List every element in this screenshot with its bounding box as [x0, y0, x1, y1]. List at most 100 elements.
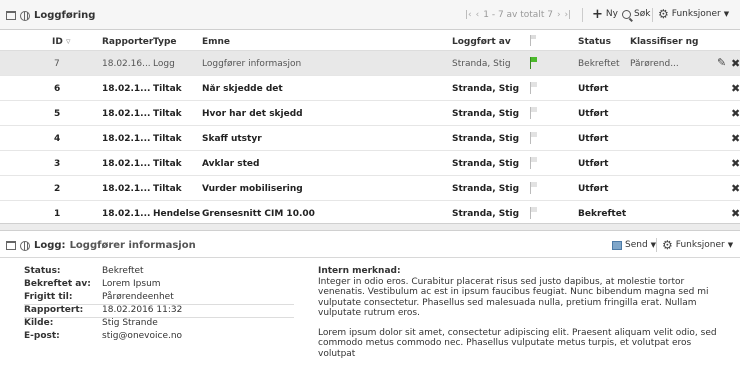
flag-icon[interactable]	[530, 207, 538, 219]
row-logged-by: Stranda, Stig	[452, 159, 520, 169]
row-logged-by: Stranda, Stig	[452, 134, 520, 144]
table-row[interactable]: 4 18.02.1... Tiltak Skaff utstyr Stranda…	[0, 126, 740, 151]
property-key: Status:	[24, 266, 61, 276]
prev-page-icon[interactable]: ‹	[476, 10, 480, 20]
row-logged-by: Stranda, Stig	[452, 59, 511, 69]
property-key: Rapportert:	[24, 305, 84, 315]
col-logged-by[interactable]: Loggført av	[452, 37, 511, 47]
row-status: Utført	[578, 84, 609, 94]
row-id: 3	[54, 159, 61, 169]
email-link[interactable]: stig@onevoice.no	[102, 331, 182, 341]
list-toolbar: Loggføring |‹ ‹ 1 - 7 av totalt 7 › ›| +…	[0, 0, 740, 30]
row-id: 1	[54, 209, 61, 219]
last-page-icon[interactable]: ›|	[565, 10, 572, 20]
property-row: Status: Bekreftet	[24, 266, 294, 279]
property-key: Kilde:	[24, 318, 54, 328]
pencil-icon[interactable]: ✎	[717, 56, 726, 69]
row-status: Utført	[578, 184, 609, 194]
log-table: 7 18.02.16... Logg Loggfører informasjon…	[0, 51, 740, 226]
col-classification[interactable]: Klassifiser ng	[630, 37, 698, 47]
delete-icon[interactable]: ✖	[731, 182, 740, 195]
panel-splitter[interactable]	[0, 223, 740, 231]
row-date: 18.02.1...	[102, 209, 151, 219]
next-page-icon[interactable]: ›	[557, 10, 561, 20]
row-type: Tiltak	[153, 184, 182, 194]
row-id: 2	[54, 184, 61, 194]
list-panel-title: Loggføring	[6, 10, 95, 21]
table-row[interactable]: 2 18.02.1... Tiltak Vurder mobilisering …	[0, 176, 740, 201]
delete-icon[interactable]: ✖	[731, 107, 740, 120]
col-status[interactable]: Status	[578, 37, 611, 47]
search-button[interactable]: Søk	[622, 9, 650, 19]
col-id[interactable]: ID ▿	[52, 37, 71, 47]
col-type[interactable]: Type	[153, 37, 176, 47]
window-icon[interactable]	[6, 241, 16, 250]
delete-icon[interactable]: ✖	[731, 82, 740, 95]
chevron-down-icon: ▼	[727, 241, 734, 249]
flag-icon[interactable]	[530, 82, 538, 94]
functions-label: Funksjoner	[671, 9, 721, 19]
row-date: 18.02.1...	[102, 84, 151, 94]
row-type: Tiltak	[153, 134, 182, 144]
row-id: 6	[54, 84, 61, 94]
property-row: Rapportert: 18.02.2016 11:32	[24, 305, 294, 318]
property-row: E-post: stig@onevoice.no	[24, 331, 294, 344]
new-button[interactable]: + Ny	[592, 6, 618, 22]
pager: |‹ ‹ 1 - 7 av totalt 7 › ›|	[465, 10, 571, 20]
detail-functions-button[interactable]: ⚙ Funksjoner ▼	[662, 238, 734, 252]
detail-properties: Status: Bekreftet Bekreftet av: Lorem Ip…	[24, 266, 294, 344]
row-logged-by: Stranda, Stig	[452, 184, 520, 194]
col-subject[interactable]: Emne	[202, 37, 230, 47]
globe-icon	[20, 240, 30, 251]
row-logged-by: Stranda, Stig	[452, 109, 520, 119]
col-reported[interactable]: Rapporter	[102, 37, 153, 47]
property-key: Bekreftet av:	[24, 279, 91, 289]
property-value: Pårørendeenhet	[102, 292, 174, 302]
delete-icon[interactable]: ✖	[731, 207, 740, 220]
flag-icon[interactable]	[530, 157, 538, 169]
table-row[interactable]: 7 18.02.16... Logg Loggfører informasjon…	[0, 51, 740, 76]
property-row: Bekreftet av: Lorem Ipsum	[24, 279, 294, 292]
gear-icon: ⚙	[662, 238, 673, 252]
send-button[interactable]: Send ▼	[612, 240, 656, 250]
functions-button[interactable]: ⚙ Funksjoner ▼	[658, 8, 730, 20]
flag-icon[interactable]	[530, 182, 538, 194]
row-id: 7	[54, 59, 60, 69]
row-subject: Loggfører informasjon	[202, 59, 302, 69]
delete-icon[interactable]: ✖	[731, 157, 740, 170]
internal-note: Intern merknad: Integer in odio eros. Cu…	[318, 266, 723, 367]
flag-column-icon[interactable]	[530, 35, 536, 46]
first-page-icon[interactable]: |‹	[465, 10, 472, 20]
property-value: 18.02.2016 11:32	[102, 305, 183, 315]
row-logged-by: Stranda, Stig	[452, 84, 520, 94]
detail-toolbar: Logg: Loggfører informasjon Send ▼ ⚙ Fun…	[0, 232, 740, 258]
plus-icon: +	[592, 6, 603, 22]
chevron-down-icon: ▼	[723, 10, 730, 18]
table-row[interactable]: 3 18.02.1... Tiltak Avklar sted Stranda,…	[0, 151, 740, 176]
row-subject: Når skjedde det	[202, 84, 283, 94]
detail-panel-title: Logg: Loggfører informasjon	[6, 240, 196, 251]
row-type: Tiltak	[153, 159, 182, 169]
delete-icon[interactable]: ✖	[731, 132, 740, 145]
delete-icon[interactable]: ✖	[731, 57, 740, 70]
toolbar-separator	[652, 8, 653, 22]
row-subject: Hvor har det skjedd	[202, 109, 303, 119]
flag-icon[interactable]	[530, 132, 538, 144]
row-subject: Avklar sted	[202, 159, 260, 169]
send-label: Send	[625, 240, 648, 250]
flag-icon[interactable]	[530, 57, 538, 69]
table-row[interactable]: 6 18.02.1... Tiltak Når skjedde det Stra…	[0, 76, 740, 101]
row-status: Utført	[578, 159, 609, 169]
flag-icon[interactable]	[530, 107, 538, 119]
row-type: Tiltak	[153, 84, 182, 94]
row-subject: Vurder mobilisering	[202, 184, 303, 194]
row-date: 18.02.1...	[102, 184, 151, 194]
globe-icon	[20, 10, 30, 21]
table-row[interactable]: 5 18.02.1... Tiltak Hvor har det skjedd …	[0, 101, 740, 126]
row-id: 4	[54, 134, 61, 144]
property-key: Frigitt til:	[24, 292, 73, 302]
property-value: Bekreftet	[102, 266, 144, 276]
row-type: Hendelse	[153, 209, 201, 219]
window-icon[interactable]	[6, 11, 16, 20]
property-key: E-post:	[24, 331, 60, 341]
